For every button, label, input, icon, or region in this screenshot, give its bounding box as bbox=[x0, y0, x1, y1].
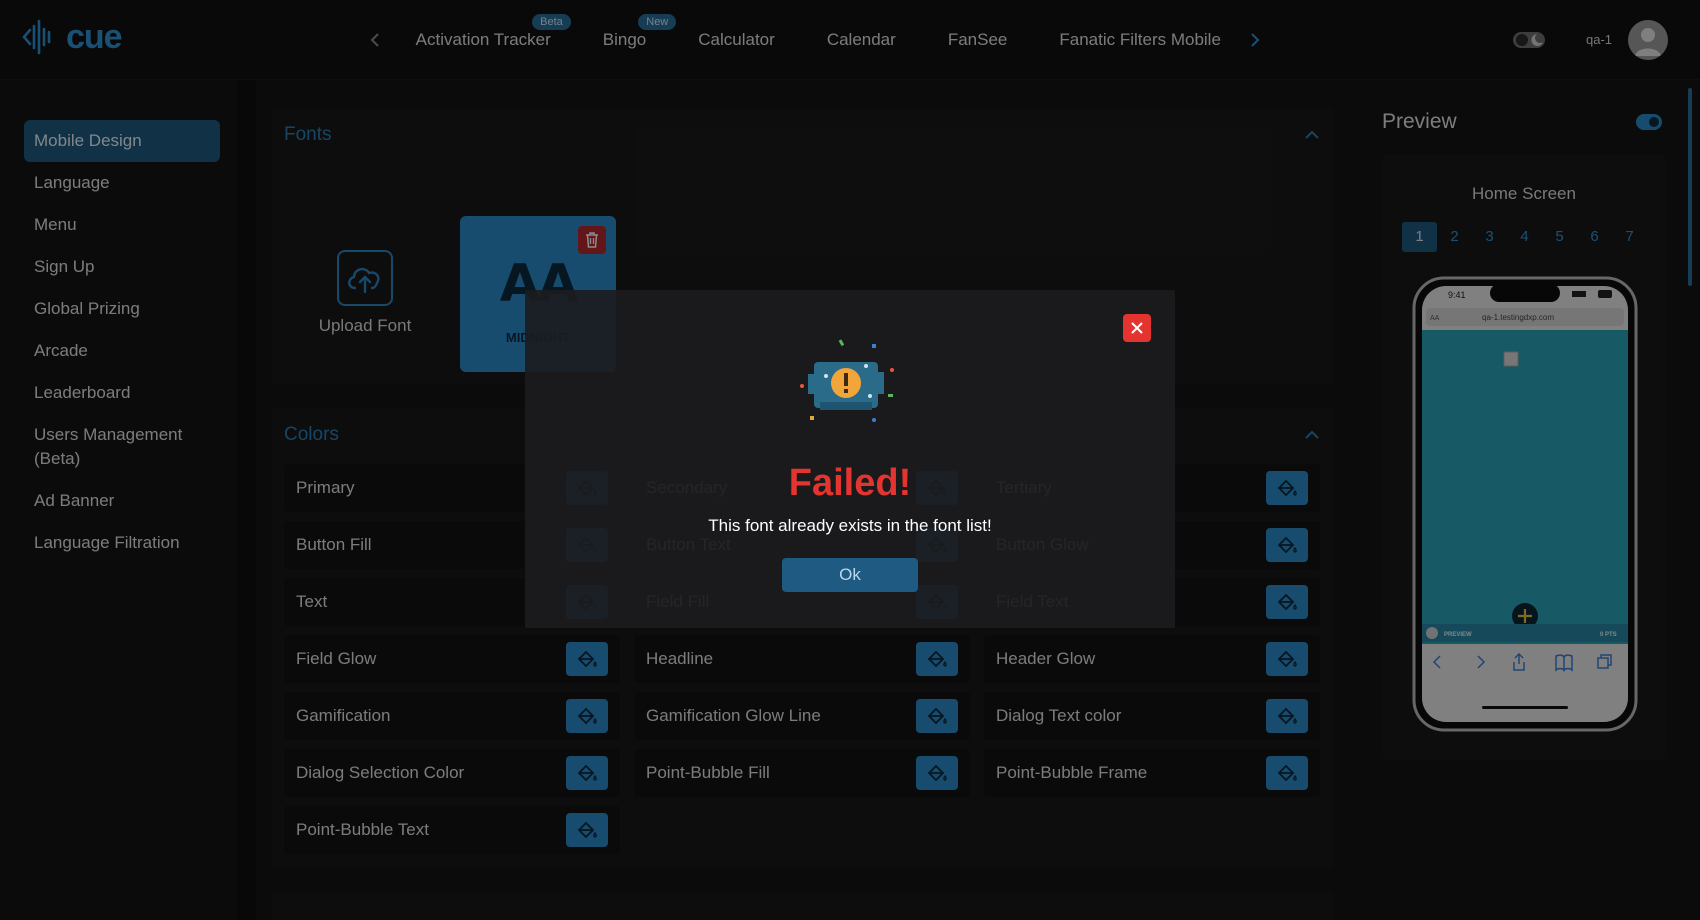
dialog-title: Failed! bbox=[788, 462, 912, 504]
ok-button[interactable]: Ok bbox=[782, 558, 918, 592]
warning-illustration-icon bbox=[800, 339, 894, 422]
error-dialog: Failed! This font already exists in the … bbox=[525, 290, 1175, 628]
dialog-close-button[interactable] bbox=[1123, 314, 1151, 342]
close-icon bbox=[1131, 322, 1143, 334]
dialog-message: This font already exists in the font lis… bbox=[708, 516, 992, 535]
